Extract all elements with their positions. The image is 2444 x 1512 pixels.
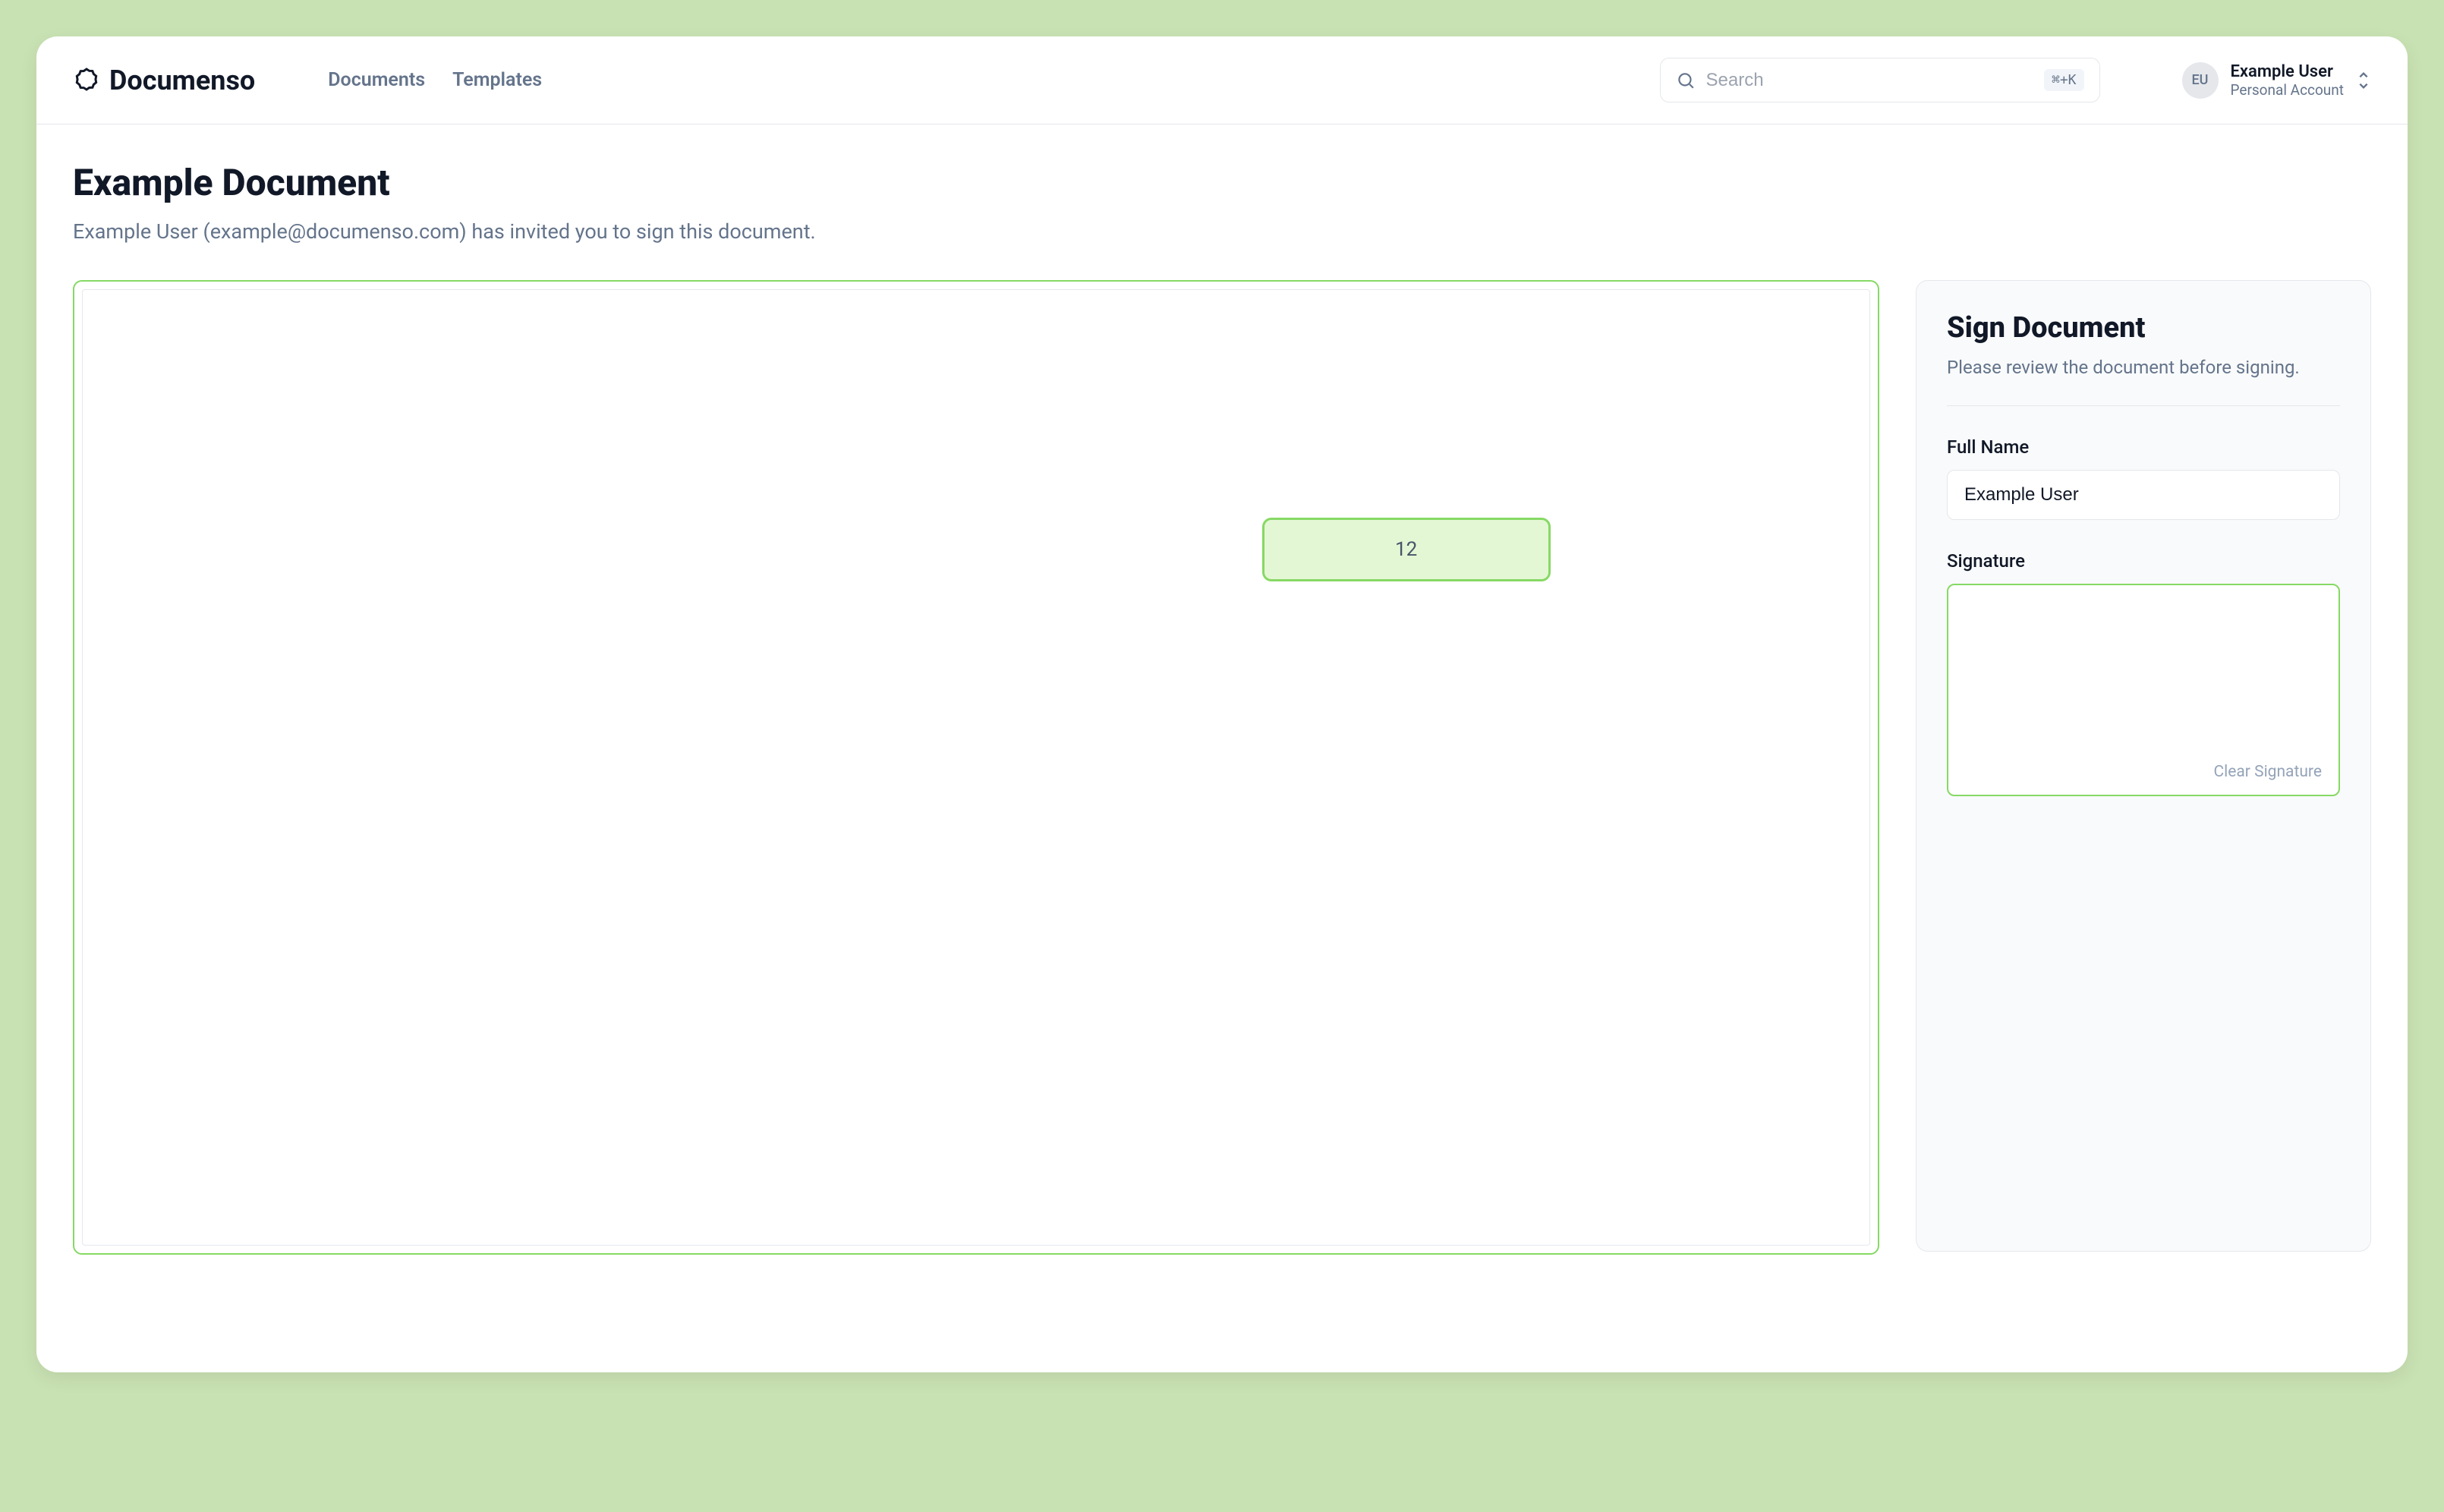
content-row: 12 Sign Document Please review the docum… xyxy=(73,280,2371,1255)
full-name-input[interactable] xyxy=(1947,470,2340,520)
brand-name: Documenso xyxy=(109,65,255,96)
main-content: Example Document Example User (example@d… xyxy=(36,124,2408,1255)
account-name: Example User xyxy=(2231,62,2345,81)
panel-title: Sign Document xyxy=(1947,311,2340,345)
document-page: 12 xyxy=(82,289,1870,1246)
account-sub: Personal Account xyxy=(2231,81,2345,99)
page-title: Example Document xyxy=(73,161,2371,204)
logo-icon xyxy=(73,67,100,94)
number-field[interactable]: 12 xyxy=(1262,518,1551,581)
search-shortcut: ⌘+K xyxy=(2044,69,2084,91)
full-name-label: Full Name xyxy=(1947,436,2340,458)
account-info: Example User Personal Account xyxy=(2231,62,2345,99)
page-subtitle: Example User (example@documenso.com) has… xyxy=(73,219,2371,244)
app-window: Documenso Documents Templates ⌘+K EU Exa… xyxy=(36,36,2408,1372)
nav-documents[interactable]: Documents xyxy=(328,69,425,91)
search-box[interactable]: ⌘+K xyxy=(1660,58,2100,102)
main-nav: Documents Templates xyxy=(328,69,542,91)
avatar: EU xyxy=(2182,62,2219,99)
search-icon xyxy=(1676,71,1696,90)
header: Documenso Documents Templates ⌘+K EU Exa… xyxy=(36,36,2408,124)
nav-templates[interactable]: Templates xyxy=(452,69,542,91)
chevron-up-down-icon xyxy=(2356,70,2371,91)
logo[interactable]: Documenso xyxy=(73,65,255,96)
signature-pad[interactable]: Clear Signature xyxy=(1947,584,2340,796)
search-input[interactable] xyxy=(1706,70,2033,91)
signature-label: Signature xyxy=(1947,550,2340,572)
document-viewer[interactable]: 12 xyxy=(73,280,1879,1255)
account-menu[interactable]: EU Example User Personal Account xyxy=(2182,62,2372,99)
panel-subtitle: Please review the document before signin… xyxy=(1947,357,2340,406)
sign-panel: Sign Document Please review the document… xyxy=(1916,280,2371,1252)
clear-signature-button[interactable]: Clear Signature xyxy=(2213,763,2322,781)
